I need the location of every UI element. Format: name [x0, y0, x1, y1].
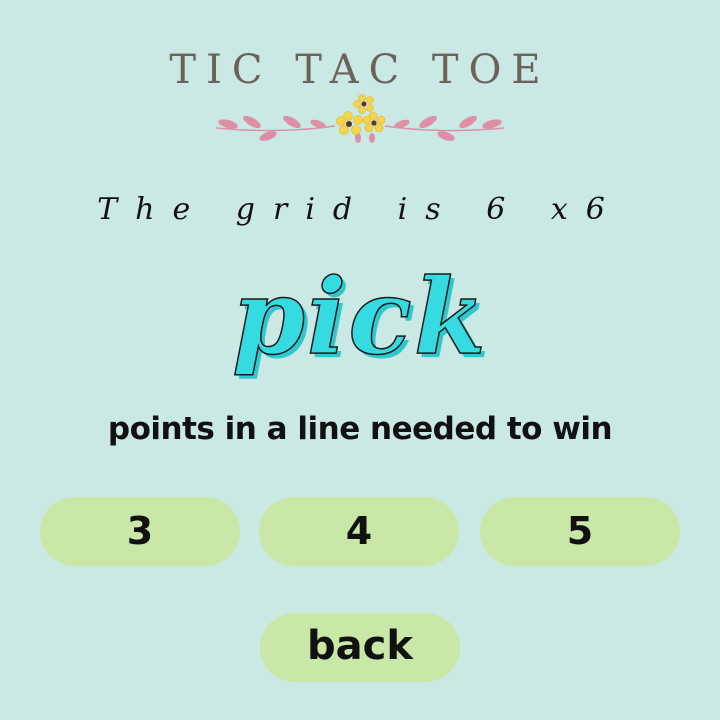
option-4-button[interactable]: 4: [259, 497, 459, 566]
instruction-text: points in a line needed to win: [107, 411, 613, 447]
back-button[interactable]: back: [260, 613, 460, 682]
game-title: TIC TAC TOE: [169, 47, 551, 93]
option-3-button[interactable]: 3: [40, 497, 240, 566]
grid-size-label: The grid is 6 x6: [97, 192, 623, 227]
pick-heading: pick: [231, 255, 488, 378]
option-5-button[interactable]: 5: [480, 497, 680, 566]
floral-divider-icon: [215, 94, 505, 143]
